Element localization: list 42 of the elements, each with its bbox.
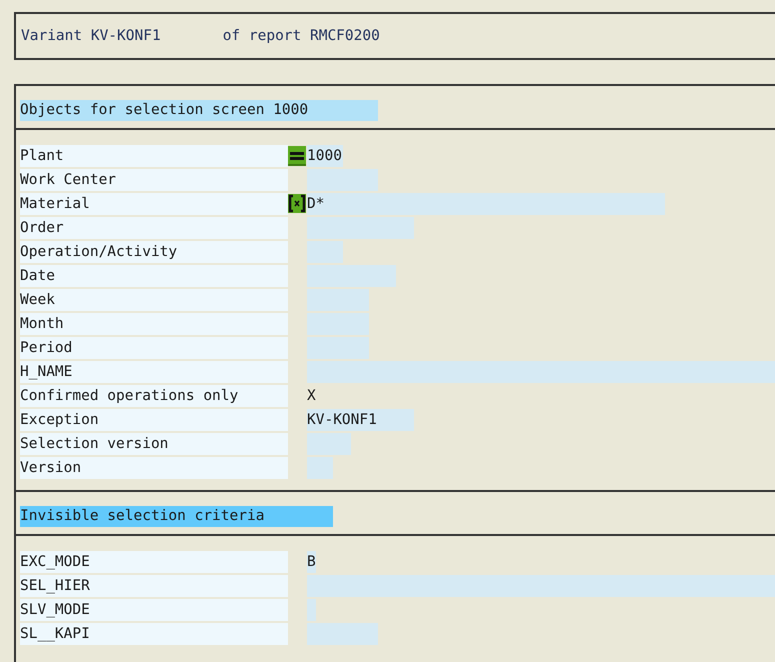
field-label: EXC_MODE <box>20 551 288 573</box>
field-label: Confirmed operations only <box>20 385 288 407</box>
field-label: Operation/Activity <box>20 241 288 263</box>
input-field[interactable] <box>307 599 316 621</box>
input-field[interactable] <box>307 241 343 263</box>
field-label: Period <box>20 337 288 359</box>
input-field[interactable] <box>307 337 369 359</box>
field-label: SL__KAPI <box>20 623 288 645</box>
input-field[interactable] <box>307 217 414 239</box>
input-field[interactable] <box>307 457 333 479</box>
field-label: Version <box>20 457 288 479</box>
section-title: Objects for selection screen 1000 <box>20 100 378 121</box>
field-label: Week <box>20 289 288 311</box>
input-field[interactable] <box>307 361 775 383</box>
input-field[interactable]: D* <box>307 193 665 215</box>
field-label: Month <box>20 313 288 335</box>
field-label: SLV_MODE <box>20 599 288 621</box>
field-label: Order <box>20 217 288 239</box>
input-field[interactable]: B <box>307 551 316 573</box>
field-label: Material <box>20 193 288 215</box>
input-field[interactable] <box>307 289 369 311</box>
input-field[interactable]: KV-KONF1 <box>307 409 414 431</box>
input-field[interactable] <box>307 313 369 335</box>
field-label: Date <box>20 265 288 287</box>
flag-value: X <box>307 387 316 406</box>
field-label: Plant <box>20 145 288 167</box>
field-label: Exception <box>20 409 288 431</box>
input-field[interactable] <box>307 433 351 455</box>
field-label: H_NAME <box>20 361 288 383</box>
pattern-operator-icon[interactable] <box>288 193 306 215</box>
field-label: Work Center <box>20 169 288 191</box>
variant-label: Variant KV-KONF1 <box>21 28 161 44</box>
report-label: of report RMCF0200 <box>222 28 380 44</box>
input-field[interactable] <box>307 575 775 597</box>
equals-operator-icon[interactable] <box>288 145 306 167</box>
field-label: SEL_HIER <box>20 575 288 597</box>
section-title: Invisible selection criteria <box>20 506 333 527</box>
input-field[interactable]: 1000 <box>307 145 343 167</box>
input-field[interactable] <box>307 623 378 645</box>
input-field[interactable] <box>307 169 378 191</box>
field-label: Selection version <box>20 433 288 455</box>
input-field[interactable] <box>307 265 396 287</box>
